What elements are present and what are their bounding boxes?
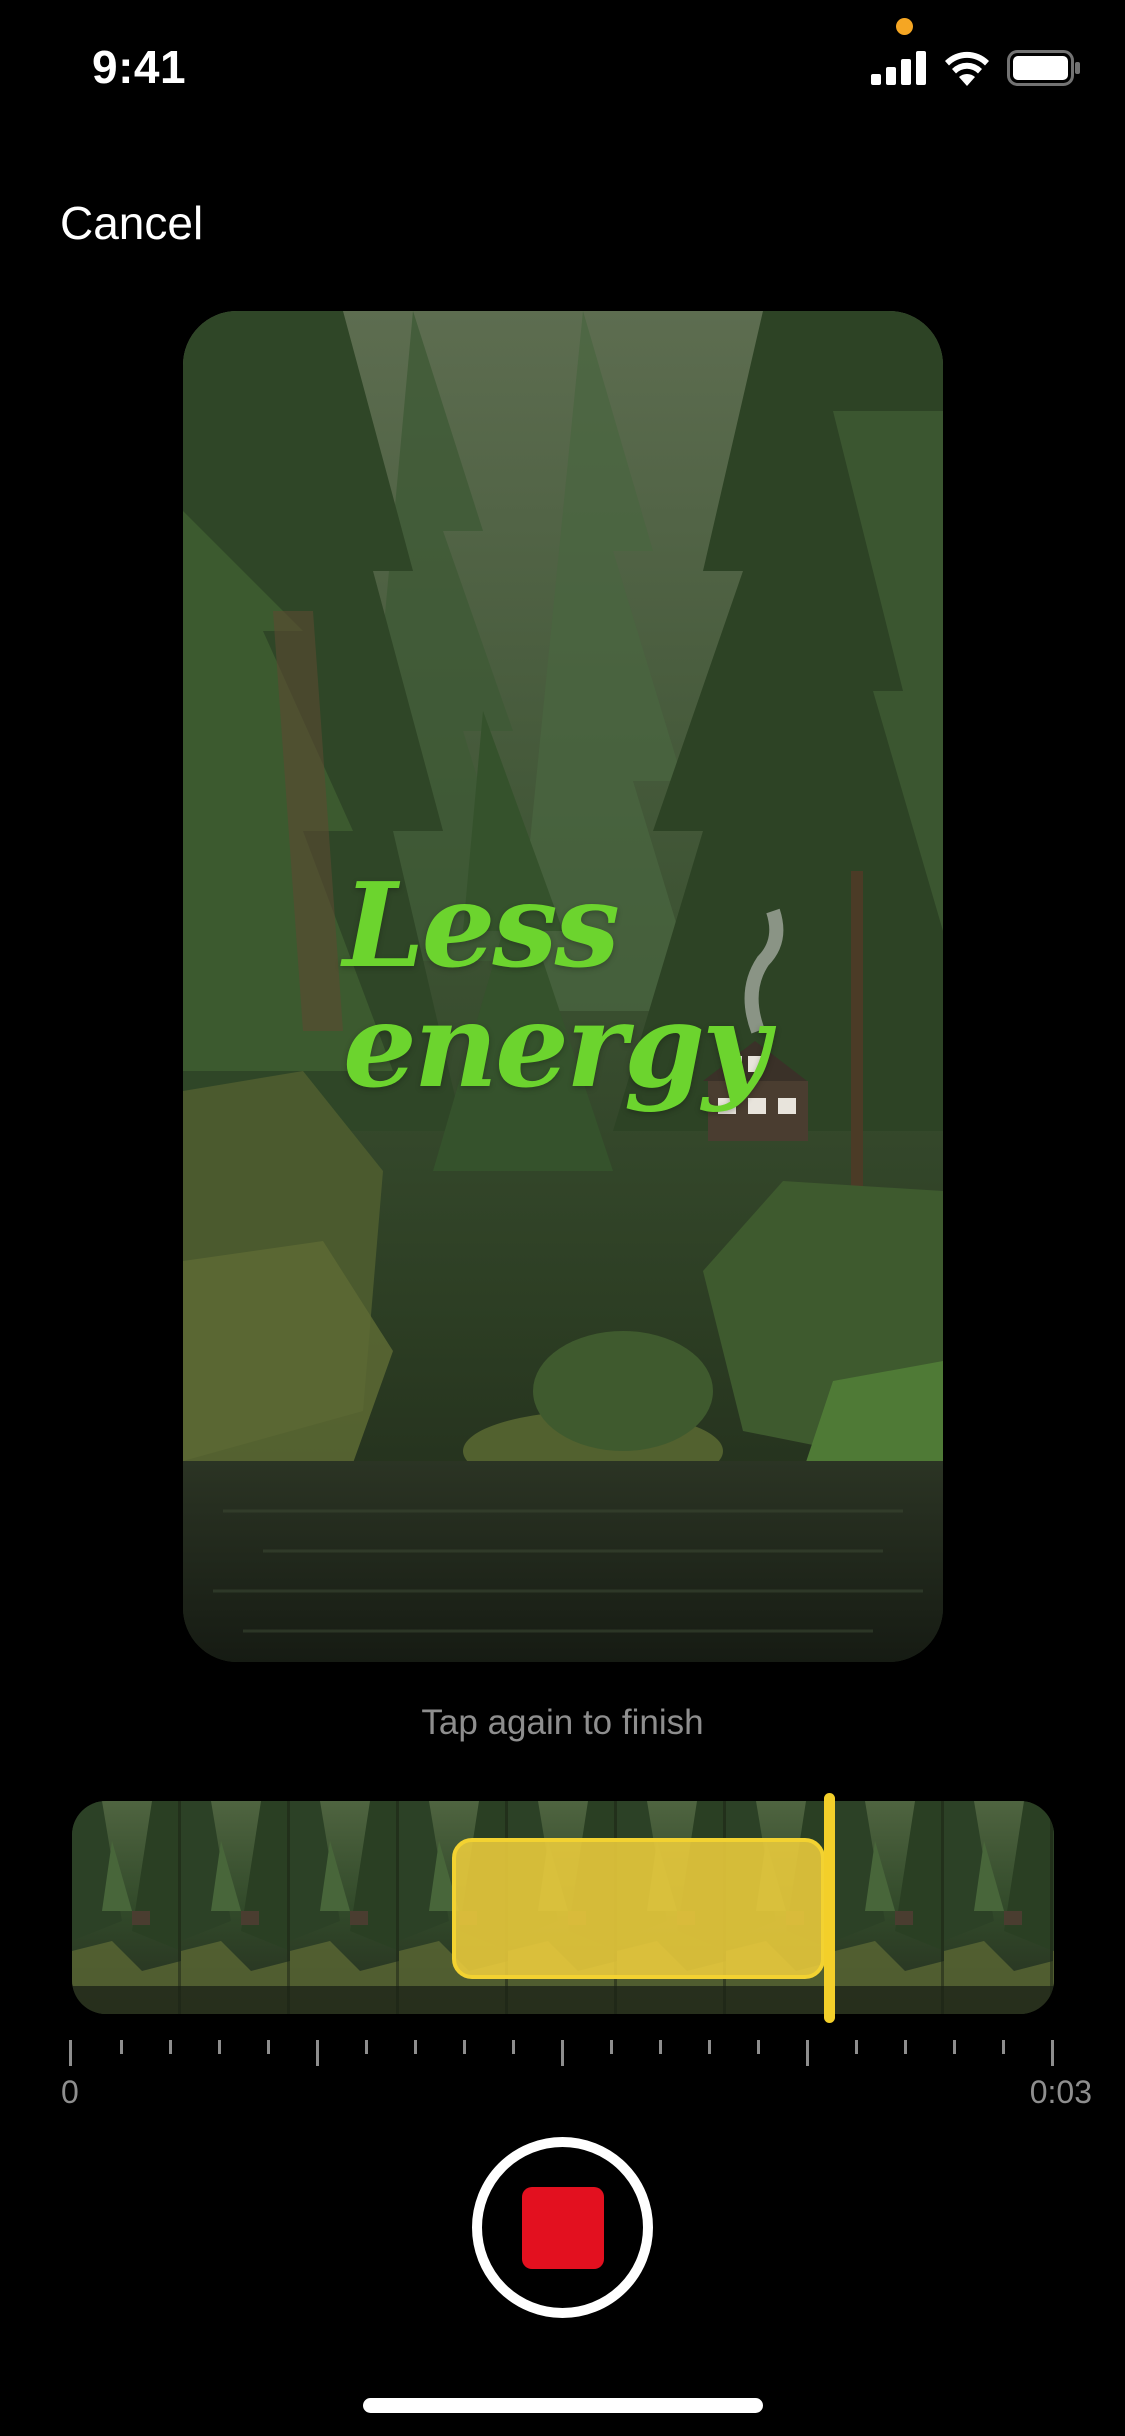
sticker-text[interactable]: Less energy bbox=[343, 858, 770, 1114]
video-preview[interactable]: Less energy bbox=[183, 311, 943, 1662]
timeline-start-label: 0 bbox=[61, 2074, 79, 2110]
stop-recording-button[interactable] bbox=[472, 2137, 653, 2318]
battery-icon bbox=[1007, 49, 1081, 91]
wifi-icon bbox=[943, 50, 991, 91]
playhead[interactable] bbox=[824, 1793, 835, 2023]
status-time: 9:41 bbox=[92, 41, 187, 93]
home-indicator[interactable] bbox=[363, 2398, 763, 2413]
stop-icon bbox=[521, 2186, 604, 2269]
cancel-button[interactable]: Cancel bbox=[60, 196, 203, 250]
sticker-text-line-1: Less bbox=[343, 858, 620, 994]
status-icons bbox=[871, 49, 1081, 91]
recorded-segment bbox=[452, 1838, 825, 1979]
cellular-signal-icon bbox=[871, 50, 927, 90]
time-ruler bbox=[69, 2040, 1054, 2066]
hint-text: Tap again to finish bbox=[421, 1703, 704, 1742]
privacy-indicator bbox=[896, 18, 913, 35]
sticker-text-line-2: energy bbox=[343, 978, 770, 1114]
timeline-end-label: 0:03 bbox=[1029, 2074, 1092, 2110]
